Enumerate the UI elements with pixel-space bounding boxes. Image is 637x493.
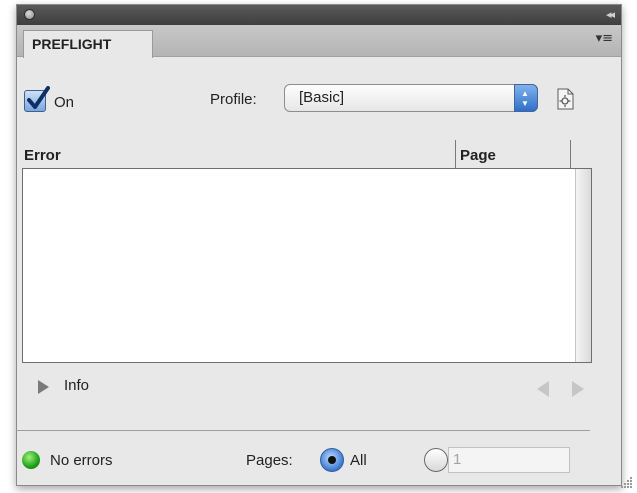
next-error-icon[interactable] xyxy=(572,381,584,397)
panel-menu-icon[interactable]: ▾≡ xyxy=(596,31,613,46)
error-list[interactable] xyxy=(22,168,592,363)
pages-range-radio[interactable] xyxy=(424,448,448,472)
error-list-scrollbar[interactable] xyxy=(575,169,591,362)
status-indicator-icon xyxy=(22,451,40,469)
panel-tab-row: PREFLIGHT ▾≡ xyxy=(17,25,621,58)
divider xyxy=(16,430,590,431)
pages-label: Pages: xyxy=(246,452,293,469)
profile-label: Profile: xyxy=(210,91,257,108)
pages-all-radio[interactable] xyxy=(320,448,344,472)
tab-preflight[interactable]: PREFLIGHT xyxy=(23,30,153,58)
error-table-header: Error Page xyxy=(22,140,592,168)
panel-title-bar[interactable]: ◂◂ xyxy=(17,5,621,25)
column-page[interactable]: Page xyxy=(460,140,496,168)
define-profiles-icon[interactable] xyxy=(556,88,574,110)
info-disclosure-icon[interactable] xyxy=(38,380,49,394)
column-error[interactable]: Error xyxy=(24,140,61,168)
info-label: Info xyxy=(64,377,90,394)
page-range-input[interactable]: 1 xyxy=(448,447,570,473)
close-icon[interactable] xyxy=(24,9,35,20)
column-divider[interactable] xyxy=(570,140,571,168)
status-text: No errors xyxy=(50,452,113,469)
pages-all-label: All xyxy=(350,452,367,469)
profile-select-value: [Basic] xyxy=(299,89,345,106)
collapse-icon[interactable]: ◂◂ xyxy=(606,8,615,21)
previous-error-icon[interactable] xyxy=(537,381,549,397)
select-stepper-icon: ▲ ▼ xyxy=(514,84,538,112)
profile-select[interactable]: [Basic] ▲ ▼ xyxy=(284,84,538,112)
checkmark-icon xyxy=(27,86,50,109)
on-checkbox[interactable] xyxy=(24,86,50,112)
column-divider[interactable] xyxy=(455,140,456,168)
on-label: On xyxy=(54,94,75,111)
resize-grip-icon[interactable] xyxy=(619,475,633,489)
